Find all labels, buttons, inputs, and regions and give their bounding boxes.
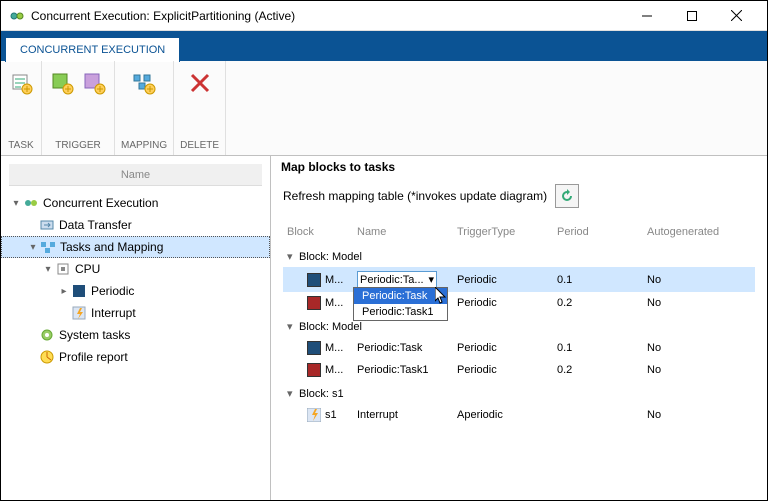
tree-item-periodic[interactable]: ▸ Periodic <box>1 280 270 302</box>
add-mapping-button[interactable] <box>130 69 158 97</box>
tree-item-interrupt[interactable]: Interrupt <box>1 302 270 324</box>
tree-item-data-transfer[interactable]: Data Transfer <box>1 214 270 236</box>
add-periodic-trigger-button[interactable] <box>48 69 76 97</box>
interrupt-icon <box>71 305 87 321</box>
table-row[interactable]: M... Periodic:Task Periodic 0.1 No <box>283 337 755 359</box>
ribbon-group-task: TASK <box>1 61 42 155</box>
col-auto: Autogenerated <box>643 220 755 244</box>
col-name: Name <box>353 220 453 244</box>
title-bar: Concurrent Execution: ExplicitPartitioni… <box>1 1 767 31</box>
ribbon: TASK TRIGGER MAPPING DELETE <box>1 61 767 156</box>
concurrent-execution-icon <box>23 195 39 211</box>
tree-twisty-closed-icon[interactable]: ▸ <box>57 286 71 297</box>
refresh-label: Refresh mapping table (*invokes update d… <box>283 189 547 203</box>
col-trigger: TriggerType <box>453 220 553 244</box>
tree-root[interactable]: ▾ Concurrent Execution <box>1 192 270 214</box>
interrupt-icon <box>307 408 321 422</box>
tree-item-tasks-and-mapping[interactable]: ▾ Tasks and Mapping <box>1 236 270 258</box>
refresh-icon <box>559 188 575 204</box>
table-row[interactable]: M... Periodic:Ta...▾ Periodic:Task Perio… <box>283 267 755 292</box>
maximize-button[interactable] <box>669 2 714 30</box>
periodic-icon <box>71 283 87 299</box>
ribbon-group-delete: DELETE <box>174 61 226 155</box>
main-panel: ▴ Map blocks to tasks Refresh mapping ta… <box>271 156 767 500</box>
ribbon-label-delete: DELETE <box>180 140 219 153</box>
gear-icon <box>39 327 55 343</box>
tree-item-system-tasks[interactable]: System tasks <box>1 324 270 346</box>
tree-item-profile-report[interactable]: Profile report <box>1 346 270 368</box>
mapping-table: Block Name TriggerType Period Autogenera… <box>283 220 755 426</box>
app-icon <box>9 8 25 24</box>
task-color-icon <box>307 341 321 355</box>
task-color-icon <box>307 363 321 377</box>
window-title: Concurrent Execution: ExplicitPartitioni… <box>31 9 624 23</box>
profile-report-icon <box>39 349 55 365</box>
tree-label: CPU <box>75 262 100 276</box>
data-transfer-icon <box>39 217 55 233</box>
col-block: Block <box>283 220 353 244</box>
minimize-button[interactable] <box>624 2 669 30</box>
ribbon-label-mapping: MAPPING <box>121 140 167 153</box>
add-task-button[interactable] <box>7 69 35 97</box>
tree-label: Periodic <box>91 284 134 298</box>
tab-concurrent-execution[interactable]: CONCURRENT EXECUTION <box>5 37 180 62</box>
task-color-icon <box>307 296 321 310</box>
close-button[interactable] <box>714 2 759 30</box>
dropdown-option[interactable]: Periodic:Task <box>354 288 447 304</box>
tree-label: Concurrent Execution <box>43 196 158 210</box>
tree-label: Tasks and Mapping <box>60 240 163 254</box>
tree-label: System tasks <box>59 328 130 342</box>
chevron-down-icon: ▾ <box>428 273 434 286</box>
panel-title: Map blocks to tasks <box>281 160 755 174</box>
tab-strip: CONCURRENT EXECUTION <box>1 31 767 61</box>
refresh-button[interactable] <box>555 184 579 208</box>
ribbon-group-mapping: MAPPING <box>115 61 174 155</box>
ribbon-group-trigger: TRIGGER <box>42 61 115 155</box>
name-dropdown[interactable]: Periodic:Ta...▾ <box>357 271 437 288</box>
tree-label: Interrupt <box>91 306 136 320</box>
tree-column-header: Name <box>9 164 262 186</box>
tree-twisty-open-icon[interactable]: ▾ <box>9 198 23 209</box>
tree-twisty-open-icon[interactable]: ▾ <box>41 264 55 275</box>
tree-label: Profile report <box>59 350 128 364</box>
tree-twisty-open-icon[interactable]: ▾ <box>26 242 40 253</box>
group-header[interactable]: ▾Block: s1 <box>283 381 755 404</box>
col-period: Period <box>553 220 643 244</box>
table-row[interactable]: M... Periodic:Task1 Periodic 0.2 No <box>283 359 755 381</box>
sidebar: Name ▾ Concurrent Execution Data Transfe… <box>1 156 271 500</box>
ribbon-label-task: TASK <box>8 140 33 153</box>
tree-label: Data Transfer <box>59 218 132 232</box>
ribbon-label-trigger: TRIGGER <box>55 140 101 153</box>
name-dropdown-list[interactable]: Periodic:Task Periodic:Task1 <box>353 287 448 321</box>
tree: ▾ Concurrent Execution Data Transfer ▾ T… <box>1 190 270 500</box>
tasks-mapping-icon <box>40 239 56 255</box>
cpu-icon <box>55 261 71 277</box>
delete-button[interactable] <box>186 69 214 97</box>
dropdown-option[interactable]: Periodic:Task1 <box>354 304 447 320</box>
cursor-icon <box>435 287 449 305</box>
table-row[interactable]: s1 Interrupt Aperiodic No <box>283 404 755 426</box>
add-aperiodic-trigger-button[interactable] <box>80 69 108 97</box>
task-color-icon <box>307 273 321 287</box>
group-header[interactable]: ▾Block: Model <box>283 244 755 267</box>
tree-item-cpu[interactable]: ▾ CPU <box>1 258 270 280</box>
